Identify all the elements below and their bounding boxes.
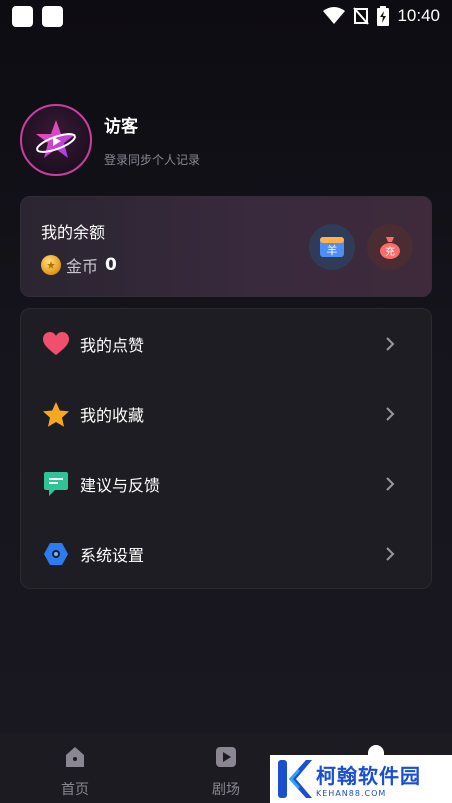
profile-name[interactable]: 访客 <box>104 112 200 137</box>
chevron-right-icon <box>386 337 395 351</box>
chevron-right-icon <box>386 407 395 421</box>
wallet-button[interactable]: 羊 <box>309 224 355 270</box>
nav-label-home: 首页 <box>61 782 89 798</box>
star-logo-icon <box>36 120 76 158</box>
profile-subtitle[interactable]: 登录同步个人记录 <box>104 151 200 168</box>
watermark-subtitle: KEHAN88.COM <box>316 789 387 798</box>
nav-tab-home[interactable]: 首页 <box>45 745 105 799</box>
settings-icon <box>42 540 70 568</box>
watermark-title: 柯翰软件园 <box>316 764 421 788</box>
menu-label-likes: 我的点赞 <box>80 336 145 355</box>
feedback-icon <box>42 470 70 498</box>
watermark-logo: 柯翰软件园 KEHAN88.COM <box>270 755 452 803</box>
balance-card[interactable]: 我的余额 金币 0 羊 充 <box>20 196 432 297</box>
coin-value: 0 <box>105 255 117 275</box>
menu-label-favorites: 我的收藏 <box>80 406 145 425</box>
no-signal-icon <box>353 7 370 25</box>
notification-icon <box>12 5 33 27</box>
menu-label-feedback: 建议与反馈 <box>80 476 161 495</box>
menu-item-feedback[interactable]: 建议与反馈 <box>21 449 433 519</box>
coin-label: 金币 <box>66 257 99 276</box>
recharge-icon-glyph: 充 <box>385 245 395 258</box>
heart-icon <box>42 330 70 358</box>
home-icon <box>66 747 84 767</box>
theater-icon <box>216 747 236 767</box>
menu-item-favorites[interactable]: 我的收藏 <box>21 379 433 449</box>
menu-item-likes[interactable]: 我的点赞 <box>21 309 433 379</box>
menu-card: 我的点赞 我的收藏 建议与反馈 系统设置 <box>20 308 432 589</box>
coin-icon <box>41 255 61 275</box>
status-bar: 10:40 <box>0 0 452 32</box>
coin-row: 金币 0 <box>41 253 117 277</box>
star-icon <box>42 400 70 428</box>
battery-icon <box>377 6 390 26</box>
money-bag-icon: 充 <box>380 237 400 259</box>
balance-title: 我的余额 <box>41 223 106 242</box>
menu-item-settings[interactable]: 系统设置 <box>21 519 433 589</box>
avatar[interactable] <box>20 104 92 176</box>
menu-label-settings: 系统设置 <box>80 546 145 565</box>
wallet-icon: 羊 <box>320 237 344 257</box>
profile-section[interactable]: 访客 登录同步个人记录 <box>20 104 200 176</box>
recharge-button[interactable]: 充 <box>367 224 413 270</box>
wifi-icon <box>323 7 346 24</box>
nav-label-theater: 剧场 <box>212 782 240 798</box>
nav-tab-mine-indicator[interactable] <box>368 745 384 755</box>
k-logo-icon <box>278 760 312 798</box>
nav-tab-theater[interactable]: 剧场 <box>196 745 256 799</box>
notification-icon <box>42 5 63 27</box>
chevron-right-icon <box>386 547 395 561</box>
chevron-right-icon <box>386 477 395 491</box>
wallet-icon-glyph: 羊 <box>327 243 338 257</box>
status-time: 10:40 <box>397 6 440 25</box>
